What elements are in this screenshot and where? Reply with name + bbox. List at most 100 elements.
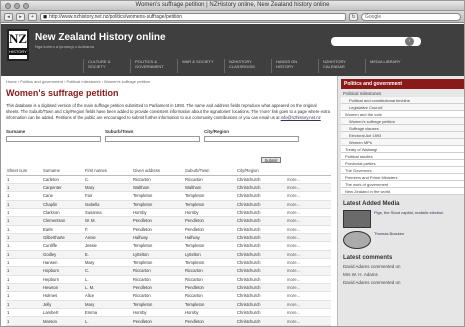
more-link[interactable]: more...	[286, 175, 331, 184]
more-link[interactable]: more...	[286, 183, 331, 193]
table-cell: Susanna	[84, 208, 132, 218]
table-cell: Christchurch	[236, 316, 286, 326]
comment-line[interactable]: David Adams commented on	[343, 280, 464, 286]
table-cell: Christchurch	[236, 208, 286, 218]
more-link[interactable]: more...	[286, 291, 331, 301]
nav-classroom[interactable]: NZHISTORY CLASSROOM	[224, 59, 268, 73]
reload-icon[interactable]: ↻	[349, 12, 358, 21]
more-link[interactable]: more...	[286, 225, 331, 234]
column-header[interactable]: City/Region	[236, 167, 286, 176]
more-link[interactable]: more...	[286, 233, 331, 243]
table-cell: Riccarton	[132, 266, 184, 276]
sidebar-link[interactable]: Political studies	[341, 153, 464, 160]
table-cell: Pendleton	[184, 216, 236, 226]
sidebar-link[interactable]: The work of government	[341, 181, 464, 188]
more-link[interactable]: more...	[286, 275, 331, 284]
media-caption[interactable]: Thomas Bracken	[374, 231, 404, 249]
more-link[interactable]: more...	[286, 208, 331, 218]
media-thumbnail[interactable]	[343, 231, 371, 249]
more-link[interactable]: more...	[286, 216, 331, 226]
main-content: Home › Politics and government › Politic…	[1, 76, 336, 326]
sidebar-link[interactable]: New Zealand in the world	[341, 188, 464, 195]
nav-culture-society[interactable]: CULTURE & SOCIETY	[83, 59, 127, 73]
sidebar-link[interactable]: Electoral Act 1893	[341, 132, 464, 139]
table-cell: Templeton	[132, 241, 184, 251]
site-search-icon[interactable]: ›	[405, 37, 414, 46]
sidebar-heading[interactable]: Politics and government	[341, 79, 464, 89]
more-link[interactable]: more...	[286, 308, 331, 318]
more-link[interactable]: more...	[286, 250, 331, 259]
email-link[interactable]: info@nzhistory.net.nz	[281, 115, 321, 120]
suburb-input[interactable]	[105, 136, 200, 142]
column-header[interactable]: Given address	[132, 167, 184, 176]
breadcrumb[interactable]: Home › Politics and government › Politic…	[6, 79, 331, 84]
table-cell: Annie	[84, 233, 132, 243]
column-header[interactable]: Sheet num	[6, 167, 42, 176]
nav-war-society[interactable]: WAR & SOCIETY	[177, 59, 221, 73]
browser-search-input[interactable]: Google	[361, 12, 461, 21]
sidebar-link[interactable]: Women and the vote	[341, 111, 464, 118]
media-item[interactable]: Pigs, the Stout capital, realistic elect…	[343, 210, 464, 228]
sidebar-link[interactable]: Women MPs	[341, 139, 464, 146]
media-item[interactable]: Thomas Bracken	[343, 231, 464, 249]
column-header[interactable]: Suburb/Town	[184, 167, 236, 176]
table-cell: Christchurch	[236, 225, 286, 234]
table-row: 1 Holmes Alice Riccarton Riccarton Christchur…	[6, 291, 331, 301]
sidebar-link[interactable]: The Governors	[341, 167, 464, 174]
table-cell: Halfway	[184, 233, 236, 243]
table-row: 1 Jelly Mary Templeton Templeton Christchurch…	[6, 300, 331, 310]
column-header[interactable]: First names	[84, 167, 132, 176]
sidebar-link[interactable]: Provincial parties	[341, 160, 464, 167]
more-link[interactable]: more...	[286, 200, 331, 209]
more-link[interactable]: more...	[286, 300, 331, 310]
city-input[interactable]	[204, 136, 299, 142]
table-cell: Christchurch	[236, 283, 286, 293]
title-bar: Women's suffrage petition | NZHistory on…	[1, 1, 464, 11]
media-caption[interactable]: Pigs, the Stout capital, realistic elect…	[374, 210, 443, 228]
nav-hands-on-history[interactable]: HANDS ON HISTORY	[271, 59, 315, 73]
nav-media-library[interactable]: MEDIA LIBRARY	[365, 59, 409, 73]
site-title[interactable]: New Zealand History online	[35, 32, 166, 43]
more-link[interactable]: more...	[286, 258, 331, 268]
more-link[interactable]: more...	[286, 316, 331, 326]
sidebar-link[interactable]: Premiers and Prime Ministers	[341, 174, 464, 181]
more-link[interactable]: more...	[286, 283, 331, 293]
more-link[interactable]: more...	[286, 191, 331, 201]
city-filter: City/Region	[204, 129, 299, 142]
more-link[interactable]: more...	[286, 266, 331, 276]
comment-line[interactable]: Mrs W. H. Adams	[343, 272, 464, 278]
table-cell: Templeton	[132, 191, 184, 201]
sidebar-link[interactable]: Women's suffrage petition	[341, 118, 464, 125]
table-cell: Christchurch	[236, 250, 286, 259]
sidebar-links: Political and constitutional timeline Leg…	[341, 97, 464, 195]
surname-input[interactable]	[6, 136, 101, 142]
submit-button[interactable]: Submit	[261, 157, 281, 163]
sidebar-subheading[interactable]: Political milestones	[343, 91, 464, 96]
sidebar-link[interactable]: Treaty of Waitangi	[341, 146, 464, 153]
address-bar[interactable]: ◼ http://www.nzhistory.net.nz/politics/w…	[40, 12, 346, 21]
table-cell: L.	[84, 275, 132, 284]
nav-calendar[interactable]: NZHISTORY CALENDAR	[318, 59, 362, 73]
add-bookmark-button[interactable]: +	[28, 12, 37, 21]
table-cell: Hepburn	[42, 275, 84, 284]
table-cell: 1	[6, 191, 42, 201]
table-cell: C.	[84, 175, 132, 184]
table-row: 1 Cunliffe Jessie Templeton Templeton Christc…	[6, 241, 331, 251]
table-cell: C.	[84, 266, 132, 276]
nzhistory-logo[interactable]: NZ HISTORY	[7, 29, 29, 61]
sidebar-link[interactable]: Suffrage clauses	[341, 125, 464, 132]
surname-filter: Surname	[6, 129, 101, 142]
back-button[interactable]: ◂	[4, 12, 13, 21]
table-header-row: Sheet num Surname First names Given addr…	[6, 167, 331, 176]
comment-line[interactable]: David Adams commented on	[343, 264, 464, 270]
table-cell: Christchurch	[236, 266, 286, 276]
media-thumbnail[interactable]	[343, 210, 371, 228]
sidebar-link[interactable]: Political and constitutional timeline	[341, 97, 464, 104]
sidebar-link[interactable]: Legislative Council	[341, 104, 464, 111]
main-nav: CULTURE & SOCIETY POLITICS & GOVERNMENT …	[83, 59, 409, 73]
column-header[interactable]: Surname	[42, 167, 84, 176]
more-link[interactable]: more...	[286, 241, 331, 251]
table-cell: 1	[6, 258, 42, 268]
forward-button[interactable]: ▸	[16, 12, 25, 21]
nav-politics-government[interactable]: POLITICS & GOVERNMENT	[130, 59, 174, 73]
